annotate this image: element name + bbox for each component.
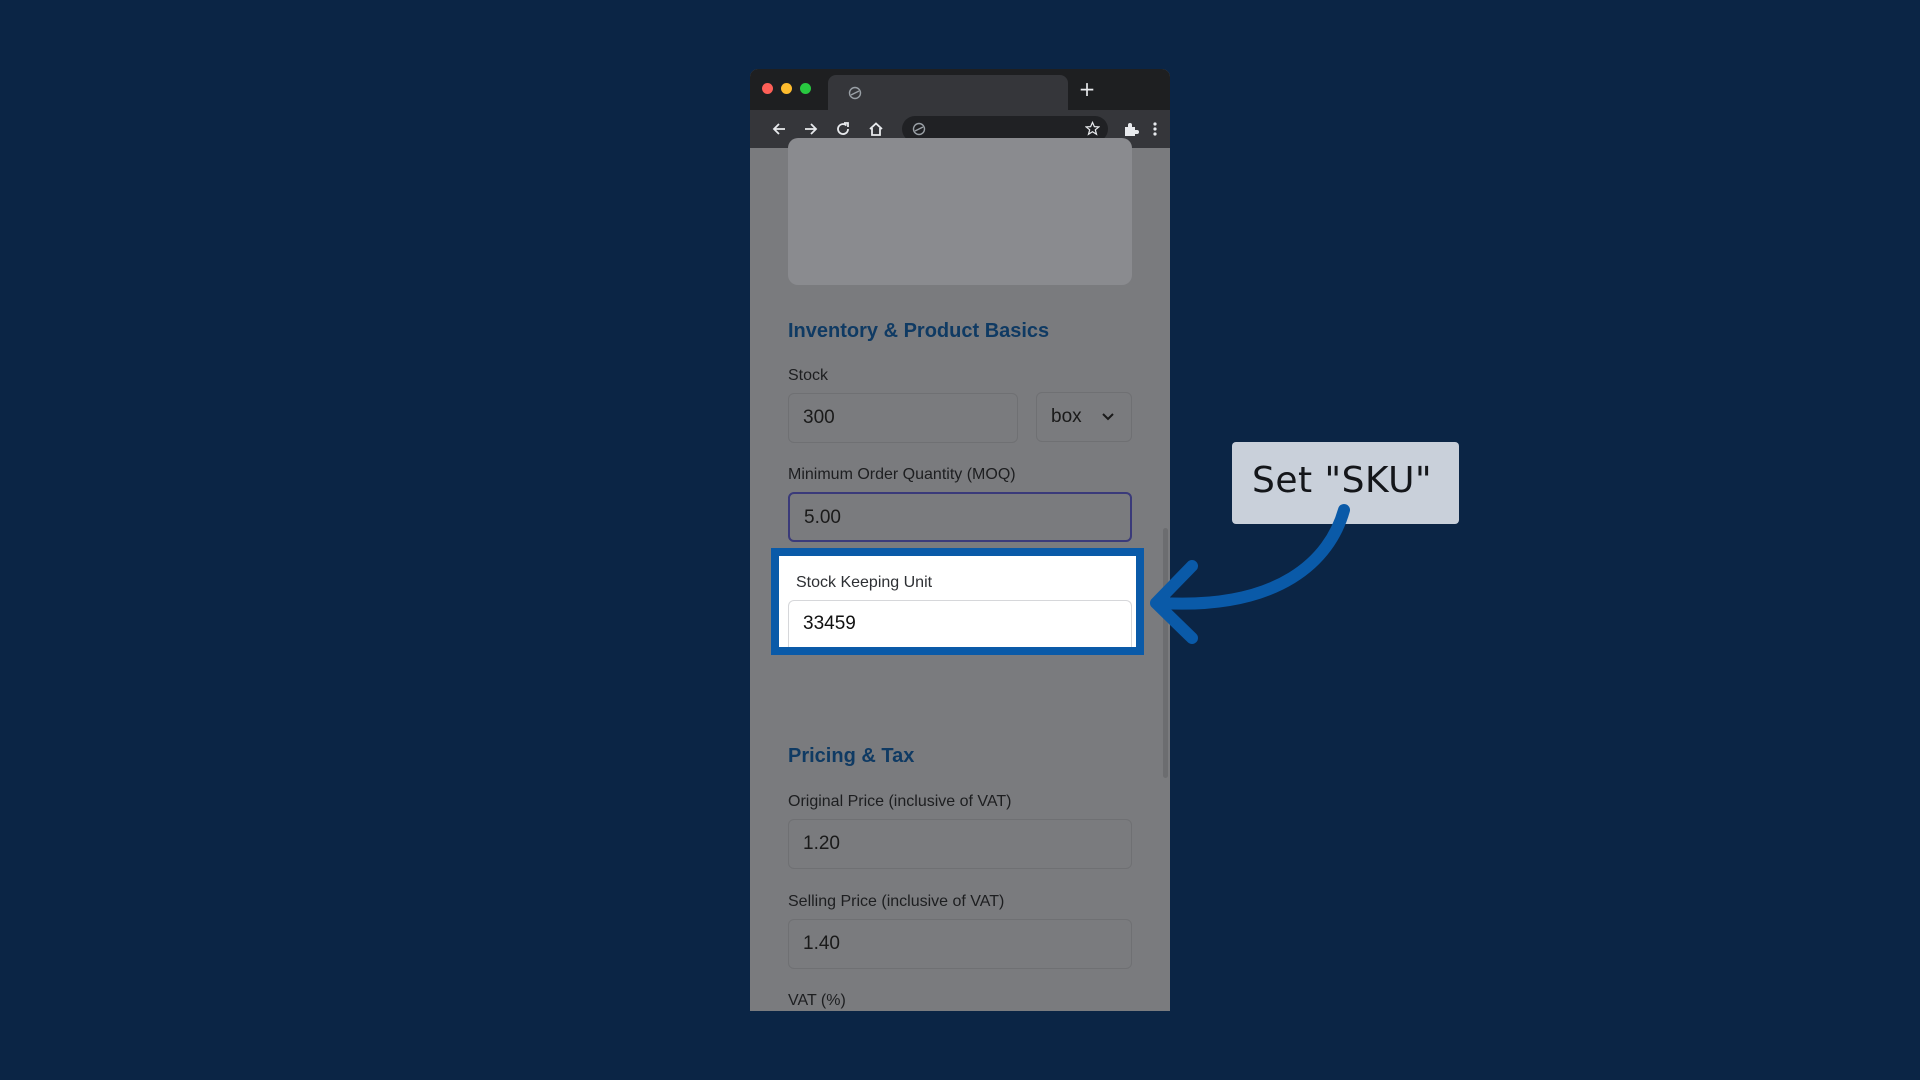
- globe-icon: [848, 86, 862, 100]
- menu-icon[interactable]: [1146, 120, 1164, 138]
- original-price-label: Original Price (inclusive of VAT): [788, 793, 1012, 810]
- minimize-window-button[interactable]: [781, 83, 792, 94]
- maximize-window-button[interactable]: [800, 83, 811, 94]
- pricing-section-title: Pricing & Tax: [788, 745, 915, 767]
- title-bar: +: [750, 69, 1170, 110]
- browser-tab[interactable]: [828, 75, 1068, 110]
- sku-highlight-box: Stock Keeping Unit 33459: [771, 548, 1144, 655]
- forward-icon[interactable]: [802, 120, 820, 138]
- stock-unit-select[interactable]: box: [1036, 392, 1132, 442]
- close-window-button[interactable]: [762, 83, 773, 94]
- back-icon[interactable]: [770, 120, 788, 138]
- stock-input[interactable]: 300: [788, 393, 1018, 443]
- sku-label: Stock Keeping Unit: [796, 574, 933, 591]
- moq-input[interactable]: 5.00: [788, 492, 1132, 542]
- selling-price-input[interactable]: 1.40: [788, 919, 1132, 969]
- selling-price-label: Selling Price (inclusive of VAT): [788, 893, 1005, 910]
- browser-window: + Inventory & Product Basics Stock 300 b…: [750, 69, 1170, 1011]
- product-image-area[interactable]: [788, 138, 1132, 285]
- extensions-icon[interactable]: [1122, 120, 1140, 138]
- stock-unit-value: box: [1051, 406, 1082, 427]
- stock-label: Stock: [788, 367, 829, 384]
- globe-icon: [912, 122, 926, 136]
- inventory-section-title: Inventory & Product Basics: [788, 320, 1050, 342]
- chevron-down-icon: [1102, 413, 1114, 421]
- callout-text: Set "SKU": [1252, 460, 1433, 501]
- vat-label: VAT (%): [788, 992, 846, 1009]
- new-tab-button[interactable]: +: [1075, 77, 1099, 101]
- home-icon[interactable]: [867, 120, 885, 138]
- sku-input[interactable]: 33459: [788, 600, 1132, 647]
- reload-icon[interactable]: [834, 120, 852, 138]
- pointer-arrow: [1150, 504, 1350, 644]
- original-price-input[interactable]: 1.20: [788, 819, 1132, 869]
- sku-field-container: Stock Keeping Unit 33459: [779, 556, 1136, 647]
- star-icon[interactable]: [1085, 121, 1100, 136]
- moq-label: Minimum Order Quantity (MOQ): [788, 466, 1016, 483]
